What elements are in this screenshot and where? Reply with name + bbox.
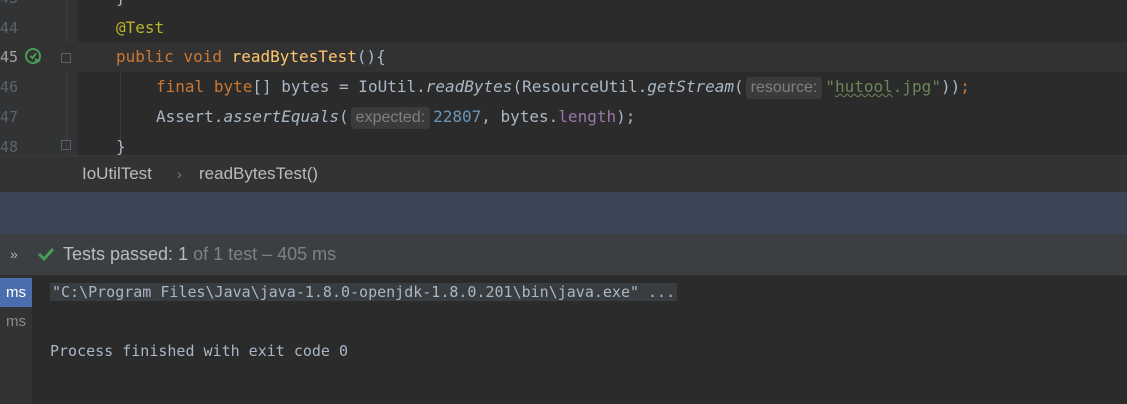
code-text: }	[116, 0, 126, 13]
code-line-46[interactable]: 46 final byte[] bytes = IoUtil.readBytes…	[0, 72, 1127, 102]
line-number: 44	[0, 19, 19, 37]
check-icon	[37, 247, 55, 262]
parameter-hint: resource:	[745, 77, 823, 99]
code-line-47[interactable]: 47 Assert.assertEquals(expected: 22807, b…	[0, 102, 1127, 132]
line-number: 43	[0, 0, 18, 13]
breadcrumb-class[interactable]: IoUtilTest	[82, 156, 152, 192]
chevron-right-icon: ›	[177, 166, 182, 182]
annotation-text: @Test	[116, 18, 165, 37]
code-text: Assert.assertEquals(expected: 22807, byte…	[156, 102, 635, 132]
code-text: public void readBytesTest(){	[116, 47, 386, 66]
expand-chevron-icon[interactable]: »	[10, 234, 18, 274]
run-test-icon[interactable]	[24, 47, 42, 65]
fold-icon[interactable]	[61, 140, 71, 150]
console-output[interactable]: ms ms "C:\Program Files\Java\java-1.8.0-…	[0, 276, 1127, 404]
test-duration-selected[interactable]: ms	[0, 278, 32, 307]
line-number: 47	[0, 108, 19, 126]
breadcrumb: IoUtilTest › readBytesTest()	[0, 155, 1127, 192]
code-line-48[interactable]: 48 }	[0, 132, 1127, 155]
breadcrumb-method[interactable]: readBytesTest()	[199, 156, 318, 192]
console-command-line: "C:\Program Files\Java\java-1.8.0-openjd…	[50, 283, 678, 301]
code-line-43[interactable]: 43 }	[0, 0, 1127, 13]
code-line-45[interactable]: 45 public void readBytesTest(){	[0, 42, 1127, 72]
line-number: 45	[0, 48, 19, 66]
tool-window-header	[0, 192, 1127, 234]
parameter-hint: expected:	[350, 107, 431, 129]
line-number: 46	[0, 78, 19, 96]
fold-icon[interactable]	[61, 53, 71, 63]
tests-passed-text: Tests passed: 1 of 1 test – 405 ms	[63, 244, 337, 264]
test-status-bar: » Tests passed: 1 of 1 test – 405 ms	[0, 234, 1127, 276]
code-editor[interactable]: 43 } 44 @Test 45 public void readBytesTe…	[0, 0, 1127, 155]
line-number: 48	[0, 138, 19, 155]
test-tree-panel: ms ms	[0, 276, 32, 404]
code-text: }	[116, 137, 126, 155]
code-text: final byte[] bytes = IoUtil.readBytes(Re…	[156, 72, 970, 102]
console-finish-line: Process finished with exit code 0	[50, 342, 349, 360]
test-duration[interactable]: ms	[0, 307, 32, 336]
code-line-44[interactable]: 44 @Test	[0, 13, 1127, 43]
